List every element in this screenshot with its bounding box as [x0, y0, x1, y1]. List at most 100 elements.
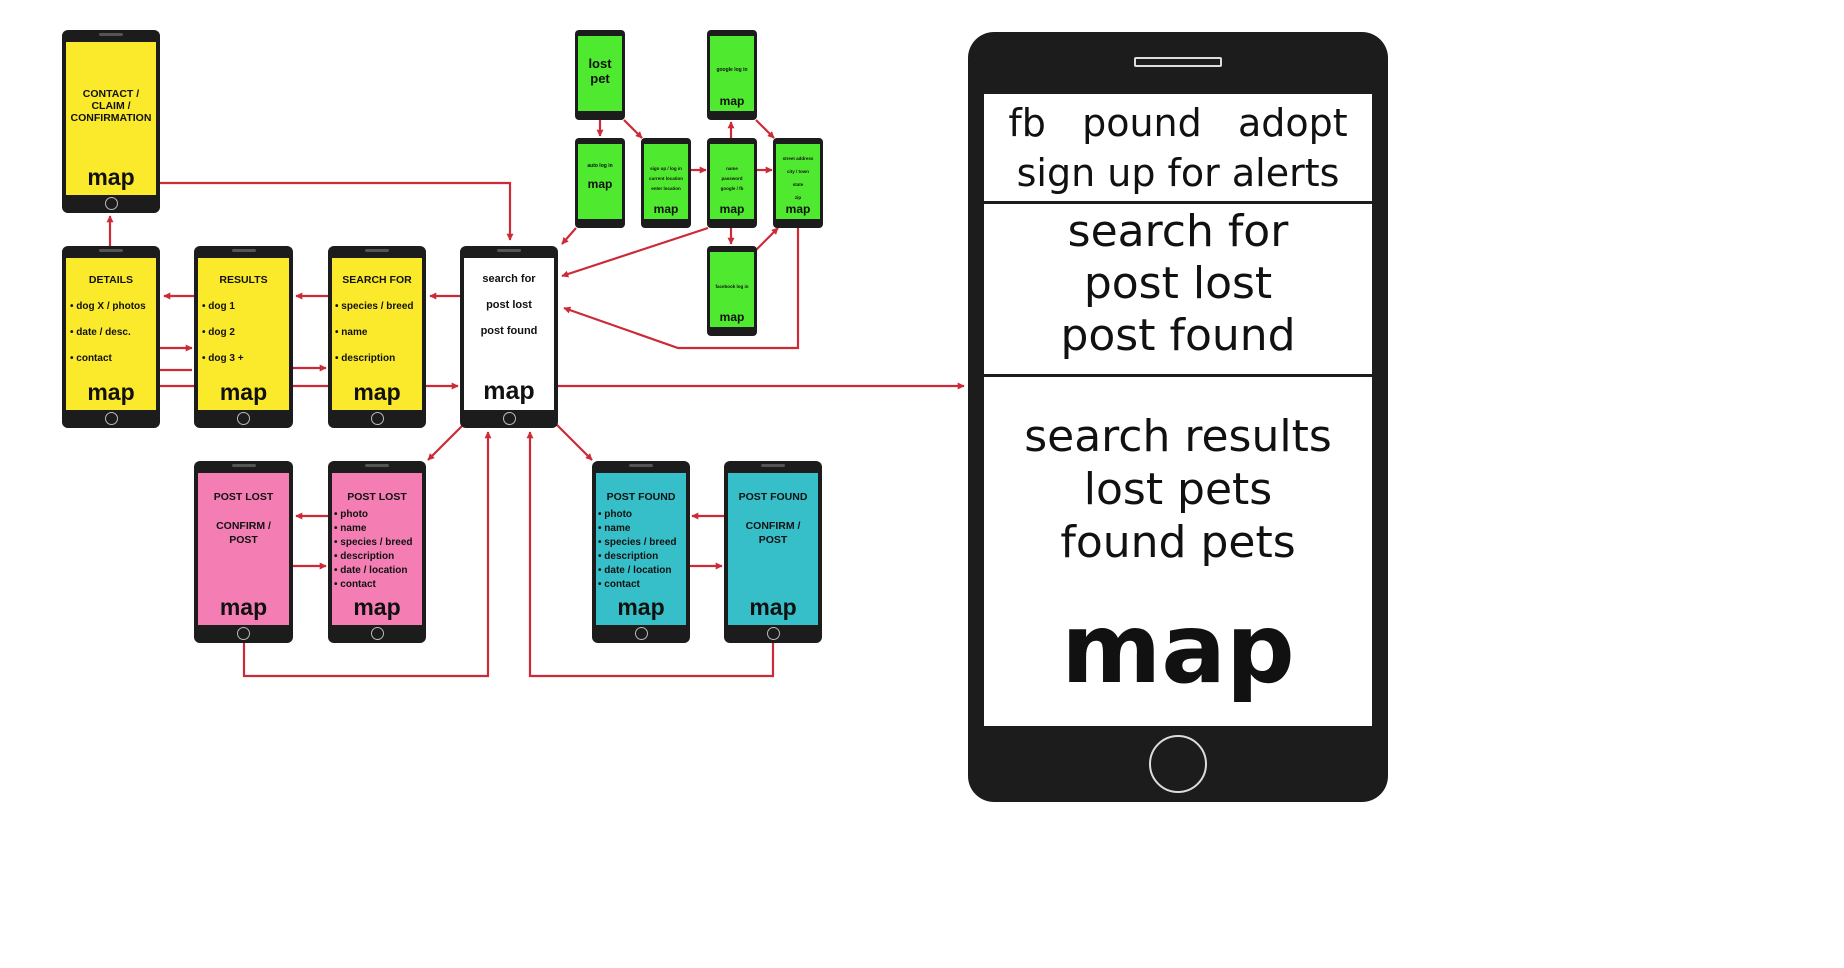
home-button: [104, 412, 118, 425]
speaker: [365, 464, 389, 467]
detail-lines: • dog X / photos • date / desc. • contac…: [70, 294, 156, 372]
big-map-label[interactable]: map: [984, 594, 1372, 704]
map-label: map: [353, 379, 401, 405]
text-line: • photo: [598, 509, 633, 521]
map-label: map: [219, 379, 268, 405]
text-line: • contact: [334, 579, 376, 591]
map-label: map: [87, 379, 135, 405]
auto-lines: auto log in: [578, 163, 622, 170]
namepw-lines: name password google / fb: [710, 164, 754, 194]
phone-lost-pet[interactable]: lost pet: [575, 30, 625, 120]
arrow-facebook-to-address: [755, 227, 779, 251]
text-line: city / town: [786, 169, 809, 174]
home-button: [237, 412, 250, 425]
divider: [984, 201, 1372, 204]
home-button: [104, 197, 118, 210]
text-line: lost: [588, 56, 612, 71]
phone-facebook-login[interactable]: facebook log in map: [707, 246, 757, 336]
text-line: • name: [334, 523, 367, 535]
contact-lines: CONTACT / CLAIM / CONFIRMATION: [66, 88, 156, 124]
screen-title: RESULTS: [219, 274, 268, 286]
screen: search for post lost post found map: [464, 258, 554, 410]
speaker: [231, 464, 256, 467]
screen: SEARCH FOR • species / breed • name • de…: [332, 258, 422, 410]
big-phone-mockup: fb pound adopt sign up for alerts search…: [968, 32, 1388, 802]
middle-section: search for post lost post found: [984, 206, 1372, 362]
screen: POST LOST • photo • name • species / bre…: [332, 473, 422, 625]
phone-details[interactable]: DETAILS • dog X / photos • date / desc. …: [62, 246, 160, 428]
lost-pets-label: lost pets: [1083, 464, 1273, 515]
text-line: • date / desc.: [70, 327, 131, 339]
text-line: POST: [229, 534, 258, 547]
map-label: map: [483, 377, 535, 405]
text-line: sign up / log in: [650, 166, 682, 171]
confirm-lines: CONFIRM / POST: [728, 519, 818, 547]
text-line: • description: [598, 551, 659, 563]
home-button: [634, 627, 648, 640]
screen: DETAILS • dog X / photos • date / desc. …: [66, 258, 156, 410]
screen: google log in map: [710, 36, 754, 111]
post-lost-link[interactable]: post lost: [984, 258, 1372, 310]
phone-address[interactable]: street address city / town state zip map: [773, 138, 823, 228]
home-button: [766, 627, 780, 640]
phone-home[interactable]: search for post lost post found map: [460, 246, 558, 428]
phone-contact[interactable]: CONTACT / CLAIM / CONFIRMATION map: [62, 30, 160, 213]
text-line: enter location: [651, 186, 681, 191]
alerts-signup[interactable]: sign up for alerts: [984, 148, 1372, 198]
speaker: [365, 249, 389, 252]
phone-post-lost-form[interactable]: POST LOST • photo • name • species / bre…: [328, 461, 426, 643]
arrow-namepw-to-home: [561, 226, 709, 278]
phone-google-login[interactable]: google log in map: [707, 30, 757, 120]
arrow-google-to-address: [755, 119, 775, 139]
search-lines: • species / breed • name • description: [335, 294, 422, 372]
map-label: map: [587, 177, 613, 191]
text-line: • description: [334, 551, 395, 563]
speaker: [629, 464, 653, 467]
text-line: google log in: [716, 67, 748, 73]
result-lines: • dog 1 • dog 2 • dog 3 +: [202, 294, 289, 372]
screen: RESULTS • dog 1 • dog 2 • dog 3 + map: [198, 258, 289, 410]
post-found-link[interactable]: post found: [984, 310, 1372, 362]
map-label: map: [719, 310, 745, 324]
home-button: [502, 412, 516, 425]
map-label: map: [719, 94, 745, 108]
text-line: • species / breed: [335, 301, 414, 313]
top-links[interactable]: fb pound adopt: [984, 98, 1372, 148]
text-line: • description: [335, 353, 396, 365]
text-line: state: [792, 182, 804, 187]
screen: POST FOUND • photo • name • species / br…: [596, 473, 686, 625]
top-section: fb pound adopt sign up for alerts: [984, 98, 1372, 198]
text-line: • species / breed: [598, 537, 677, 549]
phone-results[interactable]: RESULTS • dog 1 • dog 2 • dog 3 + map: [194, 246, 293, 428]
speaker: [99, 33, 123, 36]
text-line: • dog 3 +: [202, 353, 244, 365]
speaker: [231, 249, 256, 252]
text-line: • contact: [70, 353, 112, 365]
phone-search[interactable]: SEARCH FOR • species / breed • name • de…: [328, 246, 426, 428]
phone-post-lost-confirm[interactable]: POST LOST CONFIRM / POST map: [194, 461, 293, 643]
home-button: [370, 627, 384, 640]
arrow-home-to-post-found: [555, 423, 593, 461]
search-results-label: search results: [1024, 411, 1332, 462]
phone-auto-login[interactable]: auto log in map: [575, 138, 625, 228]
home-button: [1149, 735, 1207, 793]
phone-name-password[interactable]: name password google / fb map: [707, 138, 757, 228]
arrow-contact-to-home: [160, 181, 514, 241]
text-line: facebook log in: [715, 284, 749, 289]
screen-title: DETAILS: [88, 274, 134, 286]
search-for-link[interactable]: search for: [984, 206, 1372, 258]
map-label: map: [653, 202, 679, 216]
text-line: google / fb: [720, 186, 744, 191]
screen: sign up / log in current location enter …: [644, 144, 688, 219]
phone-post-found-form[interactable]: POST FOUND • photo • name • species / br…: [592, 461, 690, 643]
phone-signup[interactable]: sign up / log in current location enter …: [641, 138, 691, 228]
text-line: password: [721, 176, 743, 181]
home-lines: search for post lost post found: [464, 266, 554, 344]
phone-post-found-confirm[interactable]: POST FOUND CONFIRM / POST map: [724, 461, 822, 643]
text-line: • contact: [598, 579, 640, 591]
text-line: • date / location: [598, 565, 672, 577]
arrow-address-to-home: [563, 228, 800, 350]
address-lines: street address city / town state zip: [776, 152, 820, 204]
text-line: • dog 1: [202, 301, 235, 313]
speaker: [761, 464, 785, 467]
